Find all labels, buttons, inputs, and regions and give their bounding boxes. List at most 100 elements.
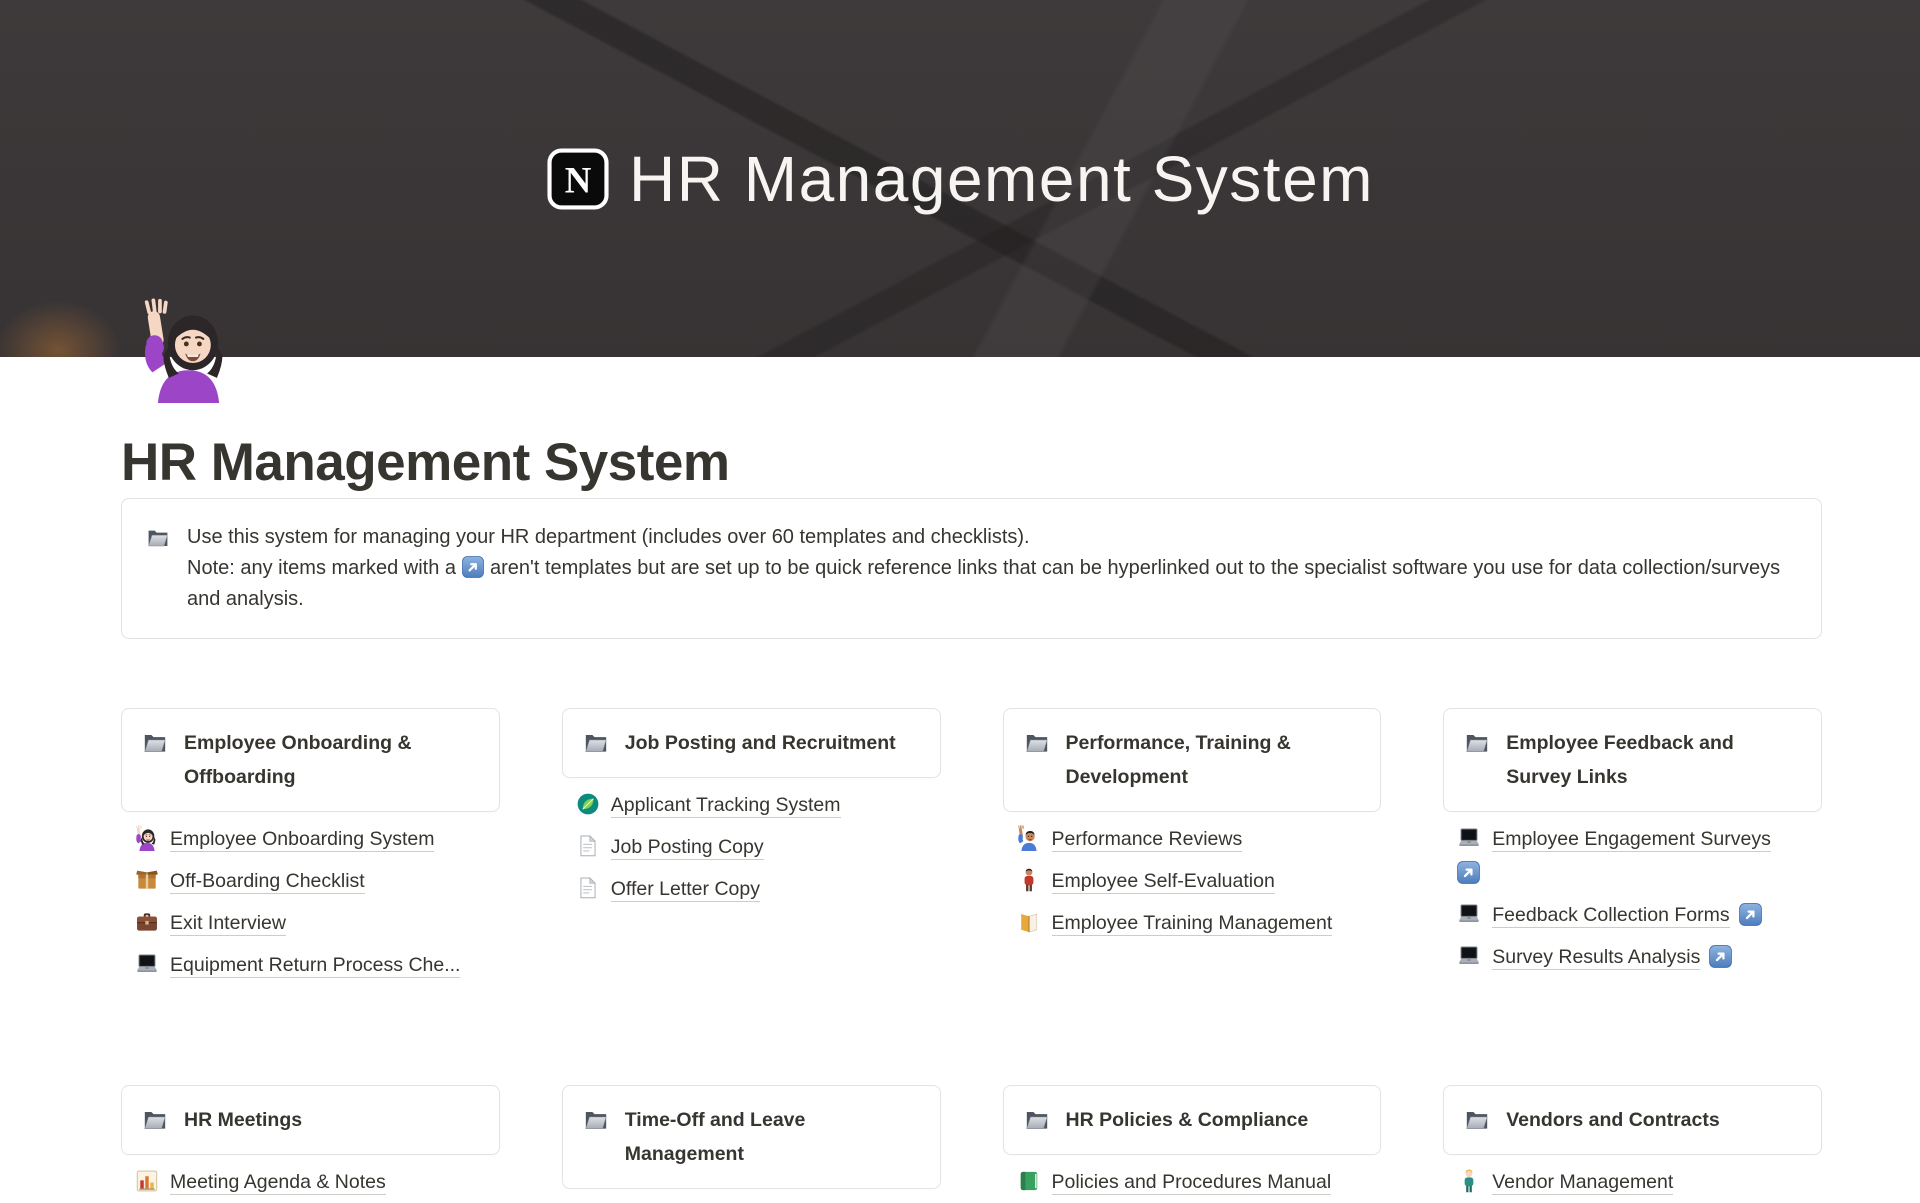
- briefcase-icon: [134, 909, 160, 935]
- page-link-label: Performance Reviews: [1052, 828, 1243, 852]
- person-red-icon: [1016, 867, 1042, 893]
- woman-raising-hand-icon: [136, 298, 241, 403]
- folder-icon: [1024, 730, 1050, 756]
- page-link-label: Meeting Agenda & Notes: [170, 1171, 386, 1195]
- page-link-policies-and-procedures-manual[interactable]: Policies and Procedures Manual: [1003, 1161, 1382, 1203]
- page-link-label: Applicant Tracking System: [611, 794, 841, 818]
- section-card-title: Employee Onboarding & Offboarding: [184, 726, 479, 794]
- page-link-label: Offer Letter Copy: [611, 878, 760, 902]
- callout-note-before: Note: any items marked with a: [187, 557, 456, 579]
- page-link-label: Job Posting Copy: [611, 836, 764, 860]
- section-column-job-posting-and-recruitment: Job Posting and Recruitment Applicant Tra…: [562, 708, 941, 910]
- page-body: HR Management System Use this system for…: [0, 357, 1920, 1203]
- page-link-label: Employee Self-Evaluation: [1052, 870, 1275, 894]
- document-icon: [575, 875, 601, 901]
- section-links: Policies and Procedures Manual: [1003, 1161, 1382, 1203]
- section-links: Vendor Management: [1443, 1161, 1822, 1203]
- section-column-employee-feedback-and-survey-links: Employee Feedback and Survey Links Employ…: [1443, 708, 1822, 978]
- external-link-arrow-icon: [1708, 944, 1733, 969]
- ats-leaf-icon: [575, 791, 601, 817]
- page-link-label: Survey Results Analysis: [1492, 946, 1700, 970]
- callout-line1: Use this system for managing your HR dep…: [187, 526, 1030, 548]
- page-link-off-boarding-checklist[interactable]: Off-Boarding Checklist: [121, 860, 500, 902]
- section-card-hr-policies-compliance[interactable]: HR Policies & Compliance: [1003, 1085, 1382, 1155]
- section-links: Performance Reviews Employee Self-Evaluat…: [1003, 818, 1382, 944]
- callout: Use this system for managing your HR dep…: [121, 498, 1822, 639]
- page-link-label: Off-Boarding Checklist: [170, 870, 365, 894]
- page-cover: N HR Management System: [0, 0, 1920, 357]
- section-grid-row-2: HR Meetings Meeting Agenda & Notes Time-Of…: [121, 1085, 1822, 1203]
- laptop-icon: [1456, 825, 1482, 851]
- folder-icon: [146, 526, 170, 550]
- folder-icon: [583, 1107, 609, 1133]
- section-column-hr-policies-compliance: HR Policies & Compliance Policies and Pro…: [1003, 1085, 1382, 1203]
- person-teal-icon: [1456, 1168, 1482, 1194]
- section-card-time-off-and-leave-management[interactable]: Time-Off and Leave Management: [562, 1085, 941, 1189]
- section-card-performance-training-development[interactable]: Performance, Training & Development: [1003, 708, 1382, 812]
- section-card-job-posting-and-recruitment[interactable]: Job Posting and Recruitment: [562, 708, 941, 778]
- page-link-performance-reviews[interactable]: Performance Reviews: [1003, 818, 1382, 860]
- section-links: Meeting Agenda & Notes: [121, 1161, 500, 1203]
- section-links: Applicant Tracking System Job Posting Cop…: [562, 784, 941, 910]
- section-column-hr-meetings: HR Meetings Meeting Agenda & Notes: [121, 1085, 500, 1203]
- page-link-equipment-return-process-che[interactable]: Equipment Return Process Che...: [121, 944, 500, 986]
- external-link-arrow-icon: [461, 555, 485, 579]
- notion-logo-icon: N: [546, 147, 610, 211]
- page-icon[interactable]: [136, 298, 241, 403]
- page-link-offer-letter-copy[interactable]: Offer Letter Copy: [562, 868, 941, 910]
- page-link-meeting-agenda-notes[interactable]: Meeting Agenda & Notes: [121, 1161, 500, 1203]
- bar-chart-icon: [134, 1168, 160, 1194]
- laptop-icon: [134, 951, 160, 977]
- section-card-title: Employee Feedback and Survey Links: [1506, 726, 1801, 794]
- page-link-label: Equipment Return Process Che...: [170, 954, 460, 978]
- page-link-job-posting-copy[interactable]: Job Posting Copy: [562, 826, 941, 868]
- section-card-employee-onboarding-offboarding[interactable]: Employee Onboarding & Offboarding: [121, 708, 500, 812]
- page-link-vendor-management[interactable]: Vendor Management: [1443, 1161, 1822, 1203]
- section-card-title: HR Policies & Compliance: [1066, 1103, 1309, 1137]
- package-icon: [134, 867, 160, 893]
- external-link-arrow-icon: [1456, 860, 1481, 885]
- man-raising-hand-icon: [1016, 825, 1042, 851]
- laptop-icon: [1456, 943, 1482, 969]
- page-title: HR Management System: [121, 357, 1822, 494]
- section-card-title: HR Meetings: [184, 1103, 302, 1137]
- page-link-survey-results-analysis[interactable]: Survey Results Analysis: [1443, 936, 1822, 978]
- woman-raising-hand-icon: [134, 825, 160, 851]
- page-link-employee-engagement-surveys[interactable]: Employee Engagement Surveys: [1443, 818, 1822, 894]
- section-card-title: Vendors and Contracts: [1506, 1103, 1719, 1137]
- section-card-employee-feedback-and-survey-links[interactable]: Employee Feedback and Survey Links: [1443, 708, 1822, 812]
- document-icon: [575, 833, 601, 859]
- folder-icon: [1464, 730, 1490, 756]
- section-card-title: Performance, Training & Development: [1066, 726, 1361, 794]
- section-links: Employee Engagement Surveys Feedback Coll…: [1443, 818, 1822, 978]
- svg-text:N: N: [565, 159, 592, 200]
- page-link-label: Employee Training Management: [1052, 912, 1333, 936]
- section-card-title: Job Posting and Recruitment: [625, 726, 896, 760]
- page-link-feedback-collection-forms[interactable]: Feedback Collection Forms: [1443, 894, 1822, 936]
- cover-title: HR Management System: [629, 142, 1374, 216]
- page-link-exit-interview[interactable]: Exit Interview: [121, 902, 500, 944]
- page-link-employee-training-management[interactable]: Employee Training Management: [1003, 902, 1382, 944]
- page-link-label: Vendor Management: [1492, 1171, 1673, 1195]
- folder-icon: [142, 1107, 168, 1133]
- folder-icon: [583, 730, 609, 756]
- page-link-applicant-tracking-system[interactable]: Applicant Tracking System: [562, 784, 941, 826]
- section-card-hr-meetings[interactable]: HR Meetings: [121, 1085, 500, 1155]
- page-link-label: Employee Engagement Surveys: [1492, 828, 1771, 852]
- section-links: Employee Onboarding System Off-Boarding C…: [121, 818, 500, 986]
- section-column-vendors-and-contracts: Vendors and Contracts Vendor Management: [1443, 1085, 1822, 1203]
- page-link-employee-onboarding-system[interactable]: Employee Onboarding System: [121, 818, 500, 860]
- section-card-vendors-and-contracts[interactable]: Vendors and Contracts: [1443, 1085, 1822, 1155]
- section-grid-row-1: Employee Onboarding & Offboarding Employ…: [121, 708, 1822, 1085]
- external-link-arrow-icon: [1738, 902, 1763, 927]
- cover-title-group: N HR Management System: [0, 0, 1920, 357]
- section-card-title: Time-Off and Leave Management: [625, 1103, 920, 1171]
- page-content: HR Management System Use this system for…: [0, 357, 1822, 1203]
- page-link-label: Policies and Procedures Manual: [1052, 1171, 1332, 1195]
- page-link-label: Employee Onboarding System: [170, 828, 434, 852]
- page-link-employee-self-evaluation[interactable]: Employee Self-Evaluation: [1003, 860, 1382, 902]
- section-column-performance-training-development: Performance, Training & Development Perf…: [1003, 708, 1382, 944]
- callout-text: Use this system for managing your HR dep…: [187, 522, 1787, 615]
- folder-icon: [1464, 1107, 1490, 1133]
- page-link-label: Exit Interview: [170, 912, 286, 936]
